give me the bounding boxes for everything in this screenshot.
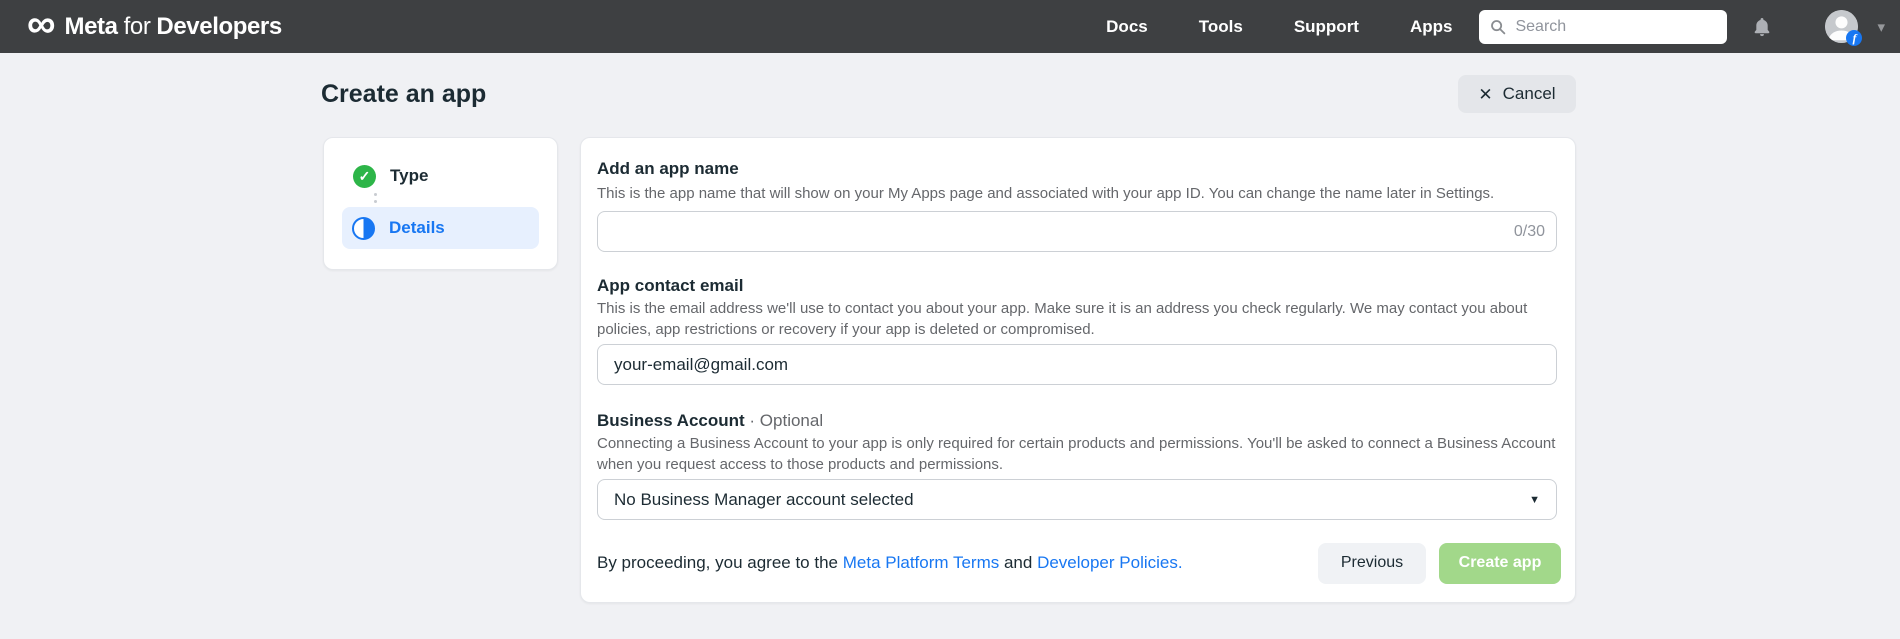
wizard-steps-card: ✓ Type Details — [323, 137, 558, 270]
contact-email-description: This is the email address we'll use to c… — [597, 300, 1528, 338]
notifications-bell-icon[interactable] — [1751, 16, 1773, 38]
logo-text: Meta for Developers — [64, 12, 283, 40]
app-name-description: This is the app name that will show on y… — [597, 185, 1495, 202]
meta-developers-logo[interactable]: ∞ Meta for Developers — [27, 4, 283, 44]
step-current-half-circle-icon — [352, 216, 375, 240]
app-name-input[interactable] — [597, 211, 1557, 252]
page-title: Create an app — [321, 80, 487, 108]
step-connector-dots — [374, 193, 542, 203]
account-avatar[interactable]: f — [1825, 10, 1863, 46]
step-complete-check-icon: ✓ — [353, 164, 376, 188]
nav-link-tools[interactable]: Tools — [1199, 17, 1243, 37]
contact-email-input[interactable] — [597, 344, 1557, 385]
meta-platform-terms-link[interactable]: Meta Platform Terms — [843, 553, 1000, 572]
top-navbar: ∞ Meta for Developers Docs Tools Support A… — [0, 0, 1900, 53]
business-account-select[interactable]: No Business Manager account selected ▼ — [597, 479, 1557, 520]
select-caret-down-icon: ▼ — [1529, 493, 1540, 506]
facebook-badge-icon: f — [1846, 30, 1863, 46]
account-chevron-down-icon[interactable]: ▾ — [1877, 18, 1885, 36]
search-input[interactable] — [1515, 17, 1717, 36]
nav-link-support[interactable]: Support — [1294, 17, 1359, 37]
nav-link-apps[interactable]: Apps — [1410, 17, 1453, 37]
search-box[interactable] — [1479, 9, 1728, 44]
agreement-suffix: . — [1177, 553, 1183, 572]
step-type-label: Type — [390, 166, 429, 185]
search-icon — [1490, 19, 1506, 35]
create-app-button[interactable]: Create app — [1439, 542, 1561, 584]
business-account-label: Business Account · Optional — [597, 411, 824, 430]
nav-link-docs[interactable]: Docs — [1106, 17, 1148, 37]
form-footer: By proceeding, you agree to the Meta Pla… — [597, 542, 1561, 584]
create-app-form-card: Add an app name This is the app name tha… — [580, 137, 1576, 603]
developer-policies-link[interactable]: Developer Policies — [1037, 553, 1178, 572]
step-type[interactable]: ✓ Type — [339, 164, 542, 188]
app-name-label: Add an app name — [597, 159, 739, 178]
app-name-char-counter: 0/30 — [1513, 222, 1545, 240]
contact-email-label: App contact email — [597, 276, 744, 295]
step-details-label: Details — [389, 218, 445, 237]
nav-links: Docs Tools Support Apps — [1106, 17, 1452, 37]
footer-buttons: Previous Create app — [1318, 542, 1561, 584]
cancel-button[interactable]: ✕ Cancel — [1458, 75, 1576, 113]
business-account-selected-value: No Business Manager account selected — [614, 489, 914, 509]
business-account-description: Connecting a Business Account to your ap… — [597, 435, 1556, 473]
previous-button[interactable]: Previous — [1318, 542, 1426, 584]
step-details[interactable]: Details — [342, 207, 539, 249]
cancel-label: Cancel — [1502, 84, 1556, 103]
agreement-text: By proceeding, you agree to the Meta Pla… — [597, 553, 1183, 572]
optional-tag: · Optional — [744, 411, 824, 430]
close-icon: ✕ — [1478, 84, 1493, 104]
